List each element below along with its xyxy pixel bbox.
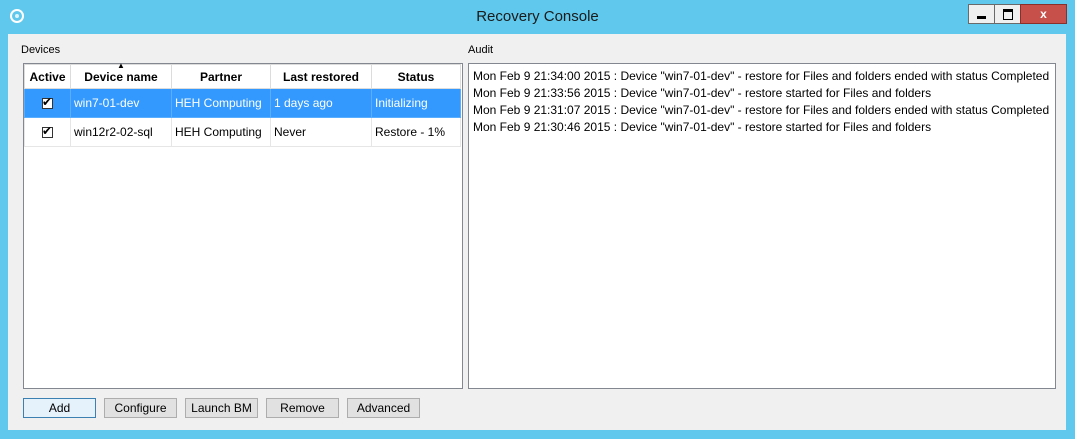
advanced-button[interactable]: Advanced [347,398,420,418]
audit-entry: Mon Feb 9 21:30:46 2015 : Device "win7-0… [473,120,932,134]
maximize-icon [1002,8,1013,20]
audit-log[interactable]: Mon Feb 9 21:34:00 2015 : Device "win7-0… [468,63,1056,389]
audit-entry: Mon Feb 9 21:33:56 2015 : Device "win7-0… [473,86,932,100]
partner-cell[interactable]: HEH Computing [171,117,271,147]
maximize-button[interactable] [994,4,1021,24]
title-bar[interactable]: Recovery Console x [0,0,1075,34]
last-restored-cell[interactable]: 1 days ago [270,88,372,118]
audit-label: Audit [468,44,494,56]
column-header-active[interactable]: Active [24,64,71,89]
active-cell[interactable]: ✔ [24,88,71,118]
status-cell[interactable]: Initializing [371,88,461,118]
devices-table: Active ▲ Device name Partner Last restore… [24,61,461,147]
column-header-status[interactable]: Status [371,64,461,89]
last-restored-cell[interactable]: Never [270,117,372,147]
checkmark-icon: ✔ [42,124,53,139]
minimize-icon [977,16,986,19]
table-row[interactable]: ✔ win7-01-dev HEH Computing 1 days ago I… [24,88,461,118]
audit-entry: Mon Feb 9 21:34:00 2015 : Device "win7-0… [473,69,1050,83]
column-header-partner[interactable]: Partner [171,64,271,89]
column-header-last-restored[interactable]: Last restored [270,64,372,89]
devices-label: Devices [21,44,61,56]
add-button[interactable]: Add [23,398,96,418]
checkmark-icon: ✔ [42,95,53,110]
recovery-console-window: Recovery Console x Devices Audit Active … [0,0,1075,439]
sort-ascending-icon: ▲ [117,61,125,70]
close-icon: x [1040,7,1047,21]
close-button[interactable]: x [1020,4,1067,24]
device-name-cell[interactable]: win7-01-dev [70,88,172,118]
table-row[interactable]: ✔ win12r2-02-sql HEH Computing Never Res… [24,117,461,147]
minimize-button[interactable] [968,4,995,24]
audit-entry: Mon Feb 9 21:31:07 2015 : Device "win7-0… [473,103,1050,117]
status-cell[interactable]: Restore - 1% [371,117,461,147]
window-title: Recovery Console [476,8,599,25]
active-cell[interactable]: ✔ [24,117,71,147]
active-checkbox[interactable]: ✔ [42,95,53,110]
configure-button[interactable]: Configure [104,398,177,418]
client-area: Devices Audit Active ▲ Device name Partne… [8,34,1066,430]
devices-grid[interactable]: Active ▲ Device name Partner Last restore… [23,61,463,389]
header-row: Active ▲ Device name Partner Last restore… [24,61,461,89]
remove-button[interactable]: Remove [266,398,339,418]
column-header-device-name[interactable]: ▲ Device name [70,61,172,89]
device-name-cell[interactable]: win12r2-02-sql [70,117,172,147]
column-header-device-name-label: Device name [84,69,158,84]
partner-cell[interactable]: HEH Computing [171,88,271,118]
active-checkbox[interactable]: ✔ [42,124,53,139]
launch-bm-button[interactable]: Launch BM [185,398,258,418]
